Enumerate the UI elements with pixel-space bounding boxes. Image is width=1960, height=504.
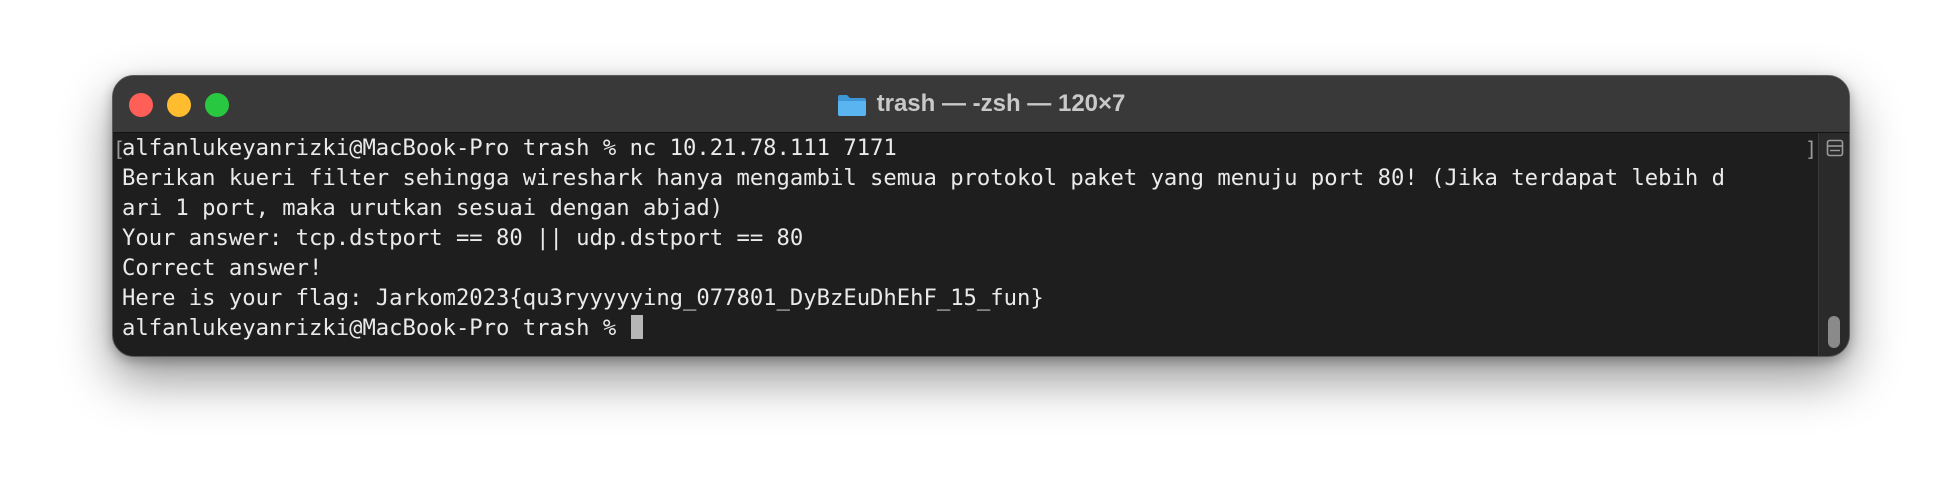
terminal-output[interactable]: [ ] alfanlukeyanrizki@MacBook-Pro trash … bbox=[113, 133, 1819, 356]
terminal-line: alfanlukeyanrizki@MacBook-Pro trash % nc… bbox=[122, 135, 897, 161]
text-cursor bbox=[630, 315, 643, 339]
terminal-line: Your answer: tcp.dstport == 80 || udp.ds… bbox=[122, 225, 804, 251]
scrollbar-thumb[interactable] bbox=[1828, 316, 1840, 348]
terminal-line: Here is your flag: Jarkom2023{qu3ryyyyyi… bbox=[122, 285, 1044, 311]
terminal-prompt-line: alfanlukeyanrizki@MacBook-Pro trash % bbox=[122, 313, 643, 343]
right-bracket-mark: ] bbox=[1805, 137, 1818, 161]
terminal-line: Correct answer! bbox=[122, 255, 323, 281]
window-title-text: trash — -zsh — 120×7 bbox=[876, 90, 1126, 117]
prompt-text: alfanlukeyanrizki@MacBook-Pro trash % bbox=[122, 315, 630, 341]
terminal-line: Berikan kueri filter sehingga wireshark … bbox=[122, 165, 1725, 191]
terminal-window: trash — -zsh — 120×7 [ ] alfanlukeyanriz… bbox=[112, 75, 1850, 357]
title-bar[interactable]: trash — -zsh — 120×7 bbox=[113, 76, 1849, 133]
window-title: trash — -zsh — 120×7 bbox=[113, 76, 1849, 132]
split-view-icon[interactable] bbox=[1826, 139, 1844, 157]
terminal-line: ari 1 port, maka urutkan sesuai dengan a… bbox=[122, 195, 724, 221]
vertical-scrollbar[interactable] bbox=[1818, 133, 1849, 356]
folder-icon bbox=[837, 95, 866, 116]
